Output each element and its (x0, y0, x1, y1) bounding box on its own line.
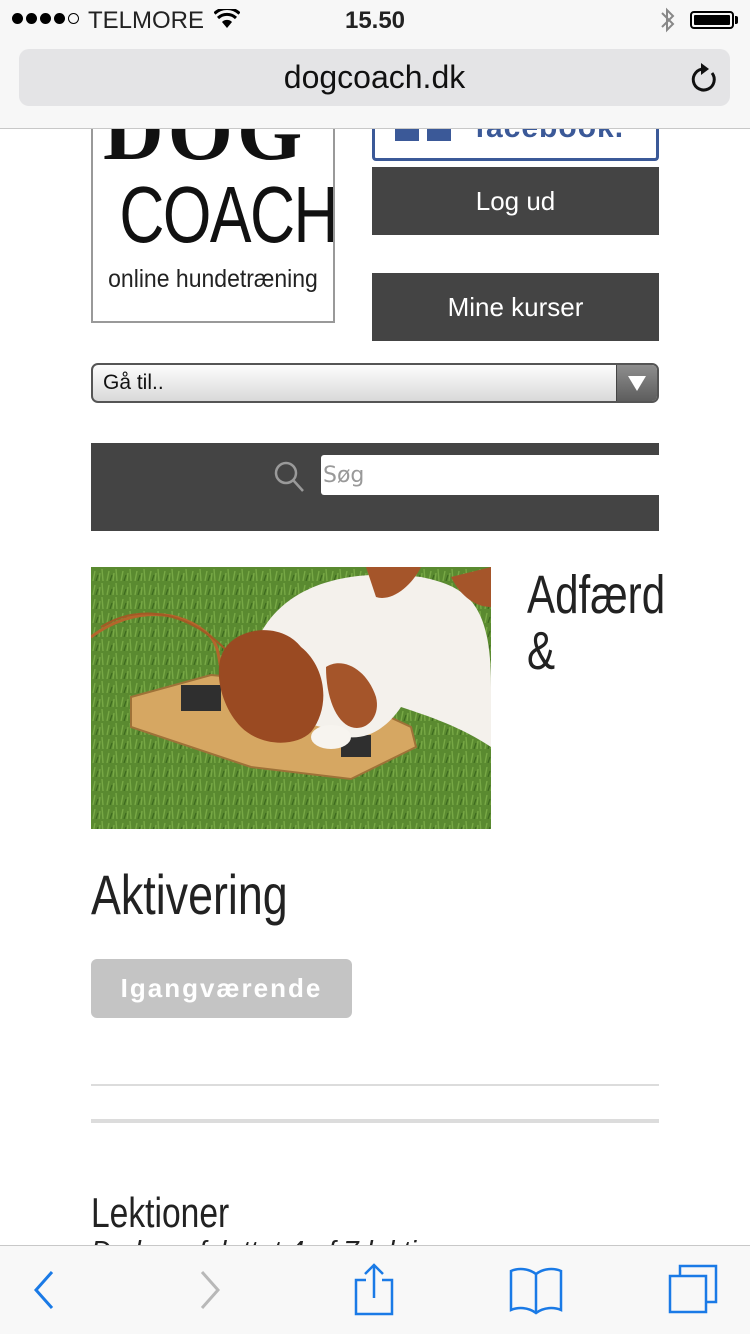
status-bar: TELMORE 15.50 (0, 0, 750, 40)
logo-subtitle: online hundetræning (108, 265, 318, 293)
reload-icon[interactable] (688, 60, 718, 99)
goto-select[interactable]: Gå til.. (91, 363, 659, 403)
back-icon[interactable] (30, 1262, 56, 1323)
battery-icon (690, 11, 734, 29)
goto-selected-value: Gå til.. (103, 371, 164, 394)
lessons-heading: Lektioner (91, 1189, 230, 1236)
chevron-down-icon (616, 365, 657, 401)
my-courses-button[interactable]: Mine kurser (372, 273, 659, 341)
page-content: DOG COACH online hundetræning facebook. … (0, 129, 750, 1245)
search-icon[interactable] (273, 460, 305, 499)
browser-address-area: dogcoach.dk (0, 40, 750, 129)
lessons-progress-text: Du har afsluttet 4 af 7 lektioner (91, 1235, 472, 1245)
forward-icon[interactable] (198, 1262, 224, 1323)
search-bar (91, 443, 661, 531)
bluetooth-icon (659, 6, 677, 39)
divider (91, 1119, 659, 1123)
url-text: dogcoach.dk (283, 59, 466, 95)
facebook-button[interactable]: facebook. (372, 129, 659, 161)
facebook-label: facebook. (475, 129, 624, 145)
search-input[interactable] (321, 455, 661, 495)
bookmarks-icon[interactable] (508, 1262, 564, 1323)
clock: 15.50 (344, 7, 406, 34)
tabs-icon[interactable] (666, 1262, 722, 1323)
divider (91, 1084, 659, 1086)
facebook-icon (395, 129, 451, 141)
course-image[interactable] (91, 567, 491, 829)
dogcoach-logo[interactable]: DOG COACH online hundetræning (91, 129, 335, 323)
course-title-part1: Adfærd & (527, 565, 666, 681)
course-status-badge[interactable]: Igangværende (91, 959, 352, 1018)
logo-word-main: COACH (119, 170, 335, 259)
url-field[interactable]: dogcoach.dk (19, 49, 730, 106)
browser-toolbar (0, 1245, 750, 1334)
share-icon[interactable] (352, 1262, 396, 1323)
course-title-part2: Aktivering (91, 863, 288, 926)
logout-button[interactable]: Log ud (372, 167, 659, 235)
